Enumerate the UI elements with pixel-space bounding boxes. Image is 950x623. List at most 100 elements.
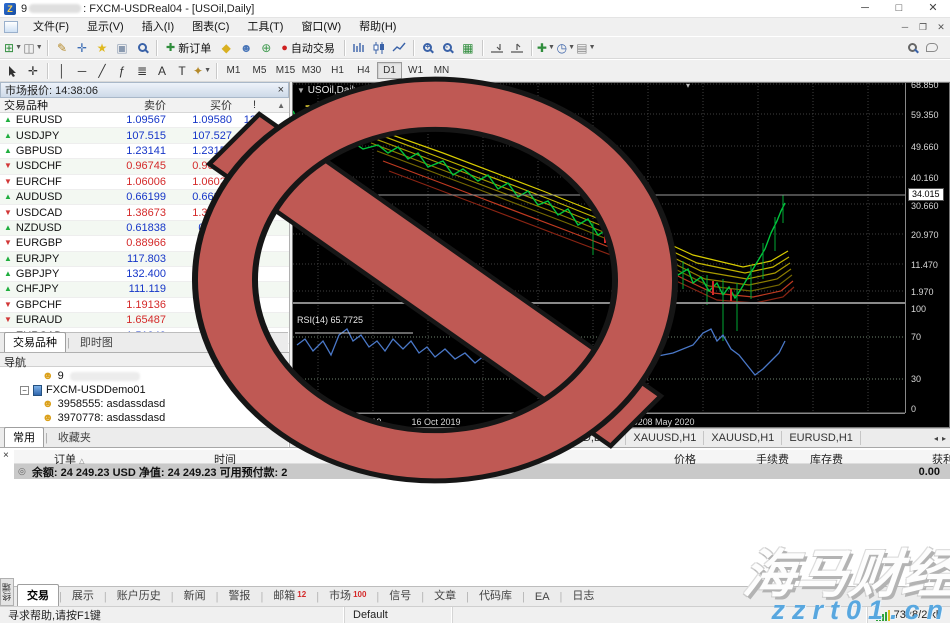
crosshair-tool-icon[interactable]: ✛	[23, 62, 43, 80]
auto-scroll-icon[interactable]	[487, 39, 507, 57]
status-profile[interactable]: Default	[344, 607, 452, 623]
chart-tab[interactable]: XAUUSD,H1	[626, 431, 704, 445]
child-minimize-button[interactable]: ─	[896, 19, 914, 35]
tree-item-account-current[interactable]: ☻ 9	[14, 369, 289, 383]
terminal-tab-11[interactable]: 日志	[562, 584, 604, 606]
candlestick-mode-icon[interactable]	[369, 39, 389, 57]
terminal-close-icon[interactable]: ×	[3, 450, 9, 461]
terminal-tab-1[interactable]: 展示	[62, 584, 104, 606]
market-watch-row[interactable]: ▼USDCHF0.967450.967591	[0, 159, 289, 174]
timeframe-button-w1[interactable]: W1	[403, 62, 428, 79]
navigator-tab-1[interactable]: 收藏夹	[49, 427, 100, 447]
chart-tab[interactable]: XAUUSD,H1	[704, 431, 782, 445]
child-close-button[interactable]: ✕	[932, 19, 950, 35]
text-tool-icon[interactable]: A	[152, 62, 172, 80]
favorites-folder-icon[interactable]: ★	[92, 39, 112, 57]
terminal-tab-9[interactable]: 代码库	[469, 584, 522, 606]
profiles-icon[interactable]: ◫▼	[23, 39, 43, 57]
history-center-icon[interactable]: ◆	[216, 39, 236, 57]
terminal-tab-6[interactable]: 市场100	[319, 584, 376, 606]
market-watch-row[interactable]: ▼USDCAD1.386731.38693	[0, 205, 289, 220]
terminal-tab-4[interactable]: 警报	[218, 584, 260, 606]
terminal-tab-7[interactable]: 信号	[379, 584, 421, 606]
terminal-tab-3[interactable]: 新闻	[174, 584, 216, 606]
menu-item-w[interactable]: 窗口(W)	[292, 18, 350, 36]
menu-item-f[interactable]: 文件(F)	[24, 18, 78, 36]
timeframe-button-h4[interactable]: H4	[351, 62, 376, 79]
chart-tab[interactable]: EURUSD,H1	[782, 431, 861, 445]
menu-item-t[interactable]: 工具(T)	[238, 18, 292, 36]
menu-item-c[interactable]: 图表(C)	[183, 18, 238, 36]
search-icon[interactable]	[902, 39, 922, 57]
chart-tab[interactable]: NZDUSD,H1	[315, 431, 393, 445]
templates-icon[interactable]: ▤▼	[576, 39, 596, 57]
timeframe-button-m1[interactable]: M1	[221, 62, 246, 79]
tree-item-account[interactable]: ☻3958555: asdassdasd	[14, 397, 289, 411]
zoom-in-icon[interactable]: +	[418, 39, 438, 57]
terminal-tab-2[interactable]: 账户历史	[107, 584, 171, 606]
bar-chart-mode-icon[interactable]	[349, 39, 369, 57]
autotrading-button[interactable]: ● 自动交易	[276, 39, 340, 57]
horizontal-line-tool-icon[interactable]: ─	[72, 62, 92, 80]
window-layout-icon[interactable]: ▣	[112, 39, 132, 57]
market-watch-row[interactable]: ▲USDJPY107.515107.52712	[0, 128, 289, 143]
tree-item-account[interactable]: ☻3970778: asdassdasd	[14, 411, 289, 425]
new-order-button[interactable]: ✚ 新订单	[161, 39, 216, 57]
time-axis[interactable]: 12 Sep 201916 Oct 201919 N3 Apr 20208 Ma…	[293, 413, 905, 429]
balance-row[interactable]: ◎ 余额: 24 249.23 USD 净值: 24 249.23 可用预付款:…	[14, 464, 950, 479]
cursor-marker-icon[interactable]: ✎	[52, 39, 72, 57]
market-watch-row[interactable]: ▲EURJPY117.803117.	[0, 252, 289, 267]
market-watch-tab-0[interactable]: 交易品种	[4, 332, 66, 352]
minimize-button[interactable]: ─	[848, 0, 882, 17]
vertical-line-tool-icon[interactable]: │	[52, 62, 72, 80]
market-watch-row[interactable]: ▲AUDUSD0.661990.66217	[0, 190, 289, 205]
chart-menu-arrow-icon[interactable]: ▼	[297, 86, 305, 95]
menu-item-h[interactable]: 帮助(H)	[350, 18, 405, 36]
trendline-tool-icon[interactable]: ╱	[92, 62, 112, 80]
market-watch-row[interactable]: ▲GBPJPY132.40013	[0, 267, 289, 282]
chart-window[interactable]: 68.85059.35049.66040.16030.66020.97011.4…	[292, 82, 950, 428]
navigator-tab-0[interactable]: 常用	[4, 427, 44, 447]
new-chart-icon[interactable]: ⊞▼	[3, 39, 23, 57]
fibonacci-tool-icon[interactable]: ƒ	[112, 62, 132, 80]
timeframe-button-m30[interactable]: M30	[299, 62, 324, 79]
zoom-box-icon[interactable]	[132, 39, 152, 57]
chart-shift-icon[interactable]	[507, 39, 527, 57]
chart-tab[interactable]: 1	[294, 431, 315, 445]
market-watch-close-icon[interactable]: ×	[278, 84, 284, 96]
market-watch-row[interactable]: ▼EURAUD1.654871.	[0, 313, 289, 328]
market-watch-row[interactable]: ▲NZDUSD0.618380.6185	[0, 221, 289, 236]
timeframe-button-mn[interactable]: MN	[429, 62, 454, 79]
zoom-out-icon[interactable]: -	[438, 39, 458, 57]
market-watch-row[interactable]: ▼EURGBP0.889660.889	[0, 236, 289, 251]
web-icon[interactable]: ⊕	[256, 39, 276, 57]
chart-tab[interactable]: USD,Daily	[561, 431, 627, 445]
terminal-tab-8[interactable]: 文章	[424, 584, 466, 606]
timeframe-button-m5[interactable]: M5	[247, 62, 272, 79]
market-watch-tab-1[interactable]: 即时图	[71, 332, 122, 352]
terminal-vertical-tab[interactable]: 终端	[0, 578, 14, 606]
periods-icon[interactable]: ◷▼	[556, 39, 576, 57]
chart-tab[interactable]: USDCNH,Daily	[393, 431, 483, 445]
close-button[interactable]: ✕	[916, 0, 950, 17]
label-tool-icon[interactable]: T	[172, 62, 192, 80]
timeframe-button-d1[interactable]: D1	[377, 62, 402, 79]
line-chart-mode-icon[interactable]	[389, 39, 409, 57]
arrows-tool-icon[interactable]: ✦▼	[192, 62, 212, 80]
terminal-tab-5[interactable]: 邮箱12	[263, 584, 316, 606]
terminal-tab-ea[interactable]: EA	[525, 588, 560, 606]
price-axis[interactable]: 68.85059.35049.66040.16030.66020.97011.4…	[905, 83, 950, 413]
scroll-up-icon[interactable]: ▲	[277, 101, 289, 110]
market-watch-row[interactable]: ▲EURUSD1.095671.0958013	[0, 113, 289, 128]
market-watch-row[interactable]: ▲GBPUSD1.231411.2315312	[0, 144, 289, 159]
menu-item-v[interactable]: 显示(V)	[78, 18, 133, 36]
chart-tabs-right-icon[interactable]: ▸	[942, 434, 946, 443]
chart-shift-marker[interactable]: ▾	[686, 81, 690, 90]
market-watch-row[interactable]: ▼EURCHF1.060061.06025	[0, 175, 289, 190]
indicators-icon[interactable]: ✚▼	[536, 39, 556, 57]
market-watch-row[interactable]: ▲CHFJPY111.11911	[0, 282, 289, 297]
crosshair-icon[interactable]: ✛	[72, 39, 92, 57]
chart-plot[interactable]	[293, 83, 905, 429]
cursor-tool-icon[interactable]	[3, 62, 23, 80]
chart-tabs-left-icon[interactable]: ◂	[934, 434, 938, 443]
